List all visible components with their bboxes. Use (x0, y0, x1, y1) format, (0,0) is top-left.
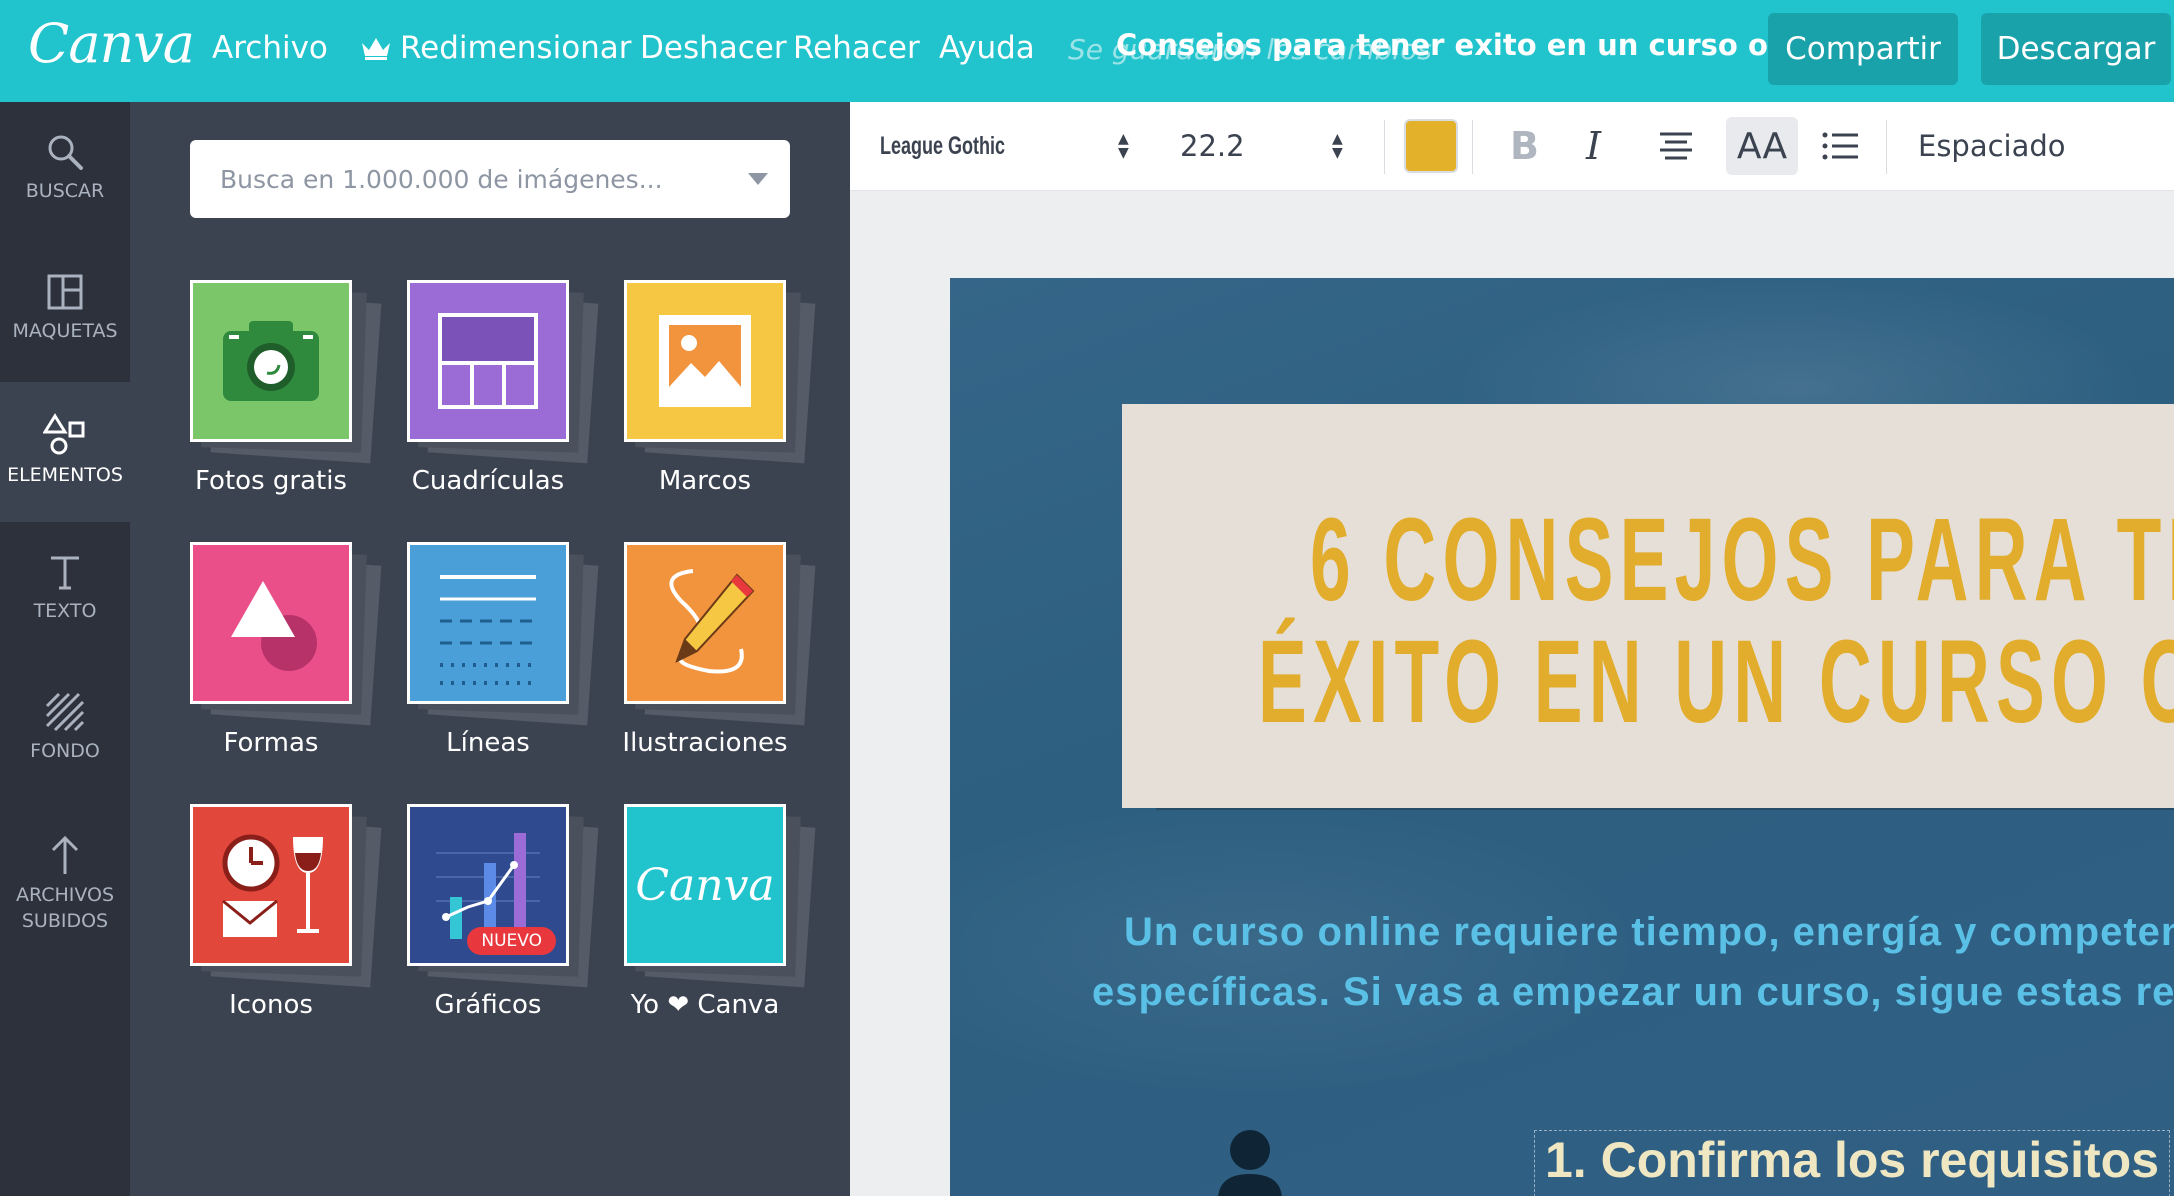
share-button[interactable]: Compartir (1768, 13, 1958, 85)
uppercase-button[interactable]: AA (1726, 117, 1798, 175)
tile-label: Cuadrículas (411, 466, 565, 496)
menu-redimensionar[interactable]: Redimensionar (360, 30, 632, 66)
download-button[interactable]: Descargar (1981, 13, 2171, 85)
top-bar: Canva Archivo Redimensionar Deshacer Reh… (0, 0, 2174, 102)
tile-graficos[interactable]: NUEVO Gráficos (407, 804, 617, 1044)
document-title[interactable]: Consejos para tener exito en un curso on… (1116, 28, 1849, 62)
tile-lineas[interactable]: Líneas (407, 542, 617, 782)
text-color-button[interactable] (1404, 102, 1458, 190)
crown-icon (362, 38, 390, 60)
list-button[interactable] (1822, 102, 1860, 190)
image-search-input[interactable]: Busca en 1.000.000 de imágenes... (190, 140, 790, 218)
tile-label: Marcos (658, 466, 752, 496)
text-toolbar: League Gothic ▲ ▼ 22.2 ▲ ▼ B I AA Espaci… (850, 102, 2174, 191)
nav-archivos-label-2: SUBIDOS (21, 910, 109, 932)
nav-buscar-label: BUSCAR (25, 180, 105, 202)
person-icon[interactable] (1210, 1130, 1290, 1196)
text-icon (51, 556, 79, 590)
new-badge: NUEVO (467, 927, 556, 955)
nav-texto-label: TEXTO (33, 600, 97, 622)
subtitle-line-1[interactable]: Un curso online requiere tiempo, energía… (1124, 910, 2174, 955)
design-page[interactable]: 6 CONSEJOS PARA TENE ÉXITO EN UN CURSO O… (950, 278, 2174, 1196)
tile-cuadriculas[interactable]: Cuadrículas (407, 280, 617, 520)
layout-icon (47, 274, 83, 310)
tile-ilustraciones[interactable]: Ilustraciones (622, 542, 834, 782)
tile-label: Líneas (446, 728, 530, 758)
step-1-heading[interactable]: 1. Confirma los requisitos (1534, 1130, 2171, 1196)
canva-tile-text: Canva (635, 859, 775, 911)
grid-icon (407, 280, 569, 442)
lines-icon (407, 542, 569, 704)
canva-logo-icon: Canva (624, 804, 786, 966)
search-icon (48, 135, 83, 170)
tile-label: Yo ❤ Canva (630, 990, 780, 1020)
nav-fondo-label: FONDO (30, 740, 100, 762)
color-swatch (1404, 119, 1458, 173)
tile-fotos-gratis[interactable]: Fotos gratis (190, 280, 400, 520)
align-center-icon (1660, 132, 1692, 160)
search-placeholder: Busca en 1.000.000 de imágenes... (220, 164, 663, 194)
font-name: League Gothic (880, 131, 1006, 160)
upload-icon (51, 835, 79, 874)
subtitle-line-2[interactable]: específicas. Si vas a empezar un curso, … (1092, 970, 2174, 1015)
background-icon (45, 692, 85, 732)
tile-iconos[interactable]: Iconos (190, 804, 400, 1044)
title-line-1[interactable]: 6 CONSEJOS PARA TENE (1310, 492, 2174, 628)
menu-ayuda[interactable]: Ayuda (939, 30, 1035, 66)
nav-maquetas-label: MAQUETAS (12, 320, 118, 342)
nav-archivos-subidos[interactable]: ARCHIVOS SUBIDOS (0, 802, 130, 972)
nav-elementos[interactable]: ELEMENTOS (0, 382, 130, 522)
frame-icon (624, 280, 786, 442)
font-size-input[interactable]: 22.2 (1180, 102, 1245, 190)
menu-deshacer[interactable]: Deshacer (640, 30, 787, 66)
pencil-icon (624, 542, 786, 704)
shapes-tile-icon (190, 542, 352, 704)
canva-logo[interactable]: Canva (28, 12, 195, 75)
font-family-stepper[interactable]: ▲ ▼ (1118, 102, 1129, 190)
tile-label: Iconos (229, 990, 313, 1020)
list-icon (1822, 132, 1858, 160)
font-family-select[interactable]: League Gothic (880, 102, 1054, 190)
italic-button[interactable]: I (1586, 102, 1601, 190)
nav-archivos-label-1: ARCHIVOS (15, 884, 115, 906)
camera-icon (190, 280, 352, 442)
tile-label: Ilustraciones (622, 728, 788, 758)
clock-icon (190, 804, 352, 966)
font-size-stepper[interactable]: ▲ ▼ (1332, 102, 1343, 190)
editor-area: League Gothic ▲ ▼ 22.2 ▲ ▼ B I AA Espaci… (850, 102, 2174, 1196)
tile-formas[interactable]: Formas (190, 542, 400, 782)
elements-panel: Busca en 1.000.000 de imágenes... Fotos … (130, 102, 850, 1196)
chevron-down-icon[interactable] (748, 173, 768, 185)
title-line-2[interactable]: ÉXITO EN UN CURSO ONLI (1258, 614, 2174, 750)
spacing-button[interactable]: Espaciado (1918, 102, 2066, 190)
nav-elementos-label: ELEMENTOS (7, 464, 123, 486)
tile-marcos[interactable]: Marcos (624, 280, 834, 520)
nav-texto[interactable]: TEXTO (0, 522, 130, 662)
menu-redimensionar-label: Redimensionar (400, 30, 632, 66)
menu-archivo[interactable]: Archivo (212, 30, 328, 66)
shapes-icon (43, 413, 85, 455)
chart-icon: NUEVO (407, 804, 569, 966)
bold-button[interactable]: B (1510, 102, 1539, 190)
nav-buscar[interactable]: BUSCAR (0, 102, 130, 242)
tile-label: Gráficos (434, 990, 542, 1020)
nav-maquetas[interactable]: MAQUETAS (0, 242, 130, 382)
updown-icon: ▲ ▼ (1118, 131, 1129, 161)
title-box[interactable]: 6 CONSEJOS PARA TENE ÉXITO EN UN CURSO O… (1122, 404, 2174, 808)
align-button[interactable] (1658, 102, 1694, 190)
tile-yo-amo-canva[interactable]: Canva Yo ❤ Canva (624, 804, 834, 1044)
left-nav: BUSCAR MAQUETAS ELEMENTOS TEXTO FONDO AR… (0, 102, 130, 1196)
menu-rehacer[interactable]: Rehacer (793, 30, 920, 66)
nav-fondo[interactable]: FONDO (0, 662, 130, 802)
tile-label: Formas (223, 728, 319, 758)
tile-label: Fotos gratis (195, 466, 347, 496)
updown-icon: ▲ ▼ (1332, 131, 1343, 161)
